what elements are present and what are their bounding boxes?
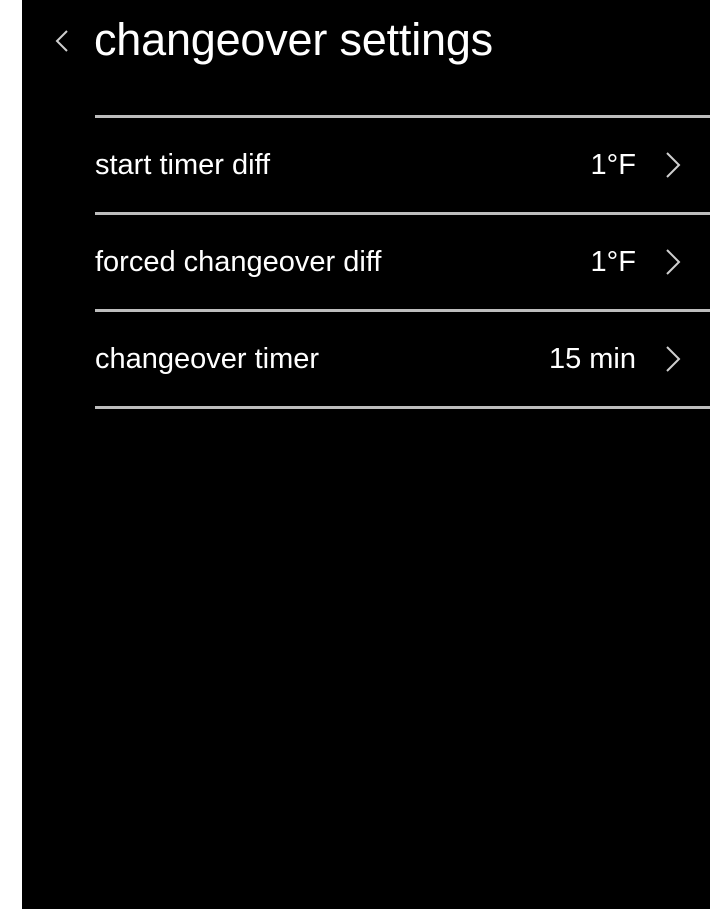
- setting-row-changeover-timer[interactable]: changeover timer 15 min: [95, 312, 710, 406]
- setting-value: 15 min: [548, 343, 636, 375]
- setting-row-start-timer-diff[interactable]: start timer diff 1°F: [95, 118, 710, 212]
- chevron-right-icon: [664, 247, 682, 277]
- setting-label: forced changeover diff: [95, 246, 382, 278]
- chevron-right-icon: [664, 344, 682, 374]
- chevron-right-icon: [664, 150, 682, 180]
- page-title: changeover settings: [94, 14, 493, 65]
- settings-list: start timer diff 1°F forced changeover d…: [95, 115, 710, 409]
- setting-label: changeover timer: [95, 343, 320, 375]
- setting-value: 1°F: [590, 246, 636, 278]
- back-button[interactable]: [44, 16, 80, 66]
- thermostat-screen: changeover settings start timer diff 1°F…: [22, 0, 710, 909]
- setting-row-forced-changeover-diff[interactable]: forced changeover diff 1°F: [95, 215, 710, 309]
- divider: [95, 406, 710, 409]
- setting-value: 1°F: [590, 149, 636, 181]
- setting-label: start timer diff: [95, 149, 271, 181]
- chevron-left-icon: [55, 29, 69, 53]
